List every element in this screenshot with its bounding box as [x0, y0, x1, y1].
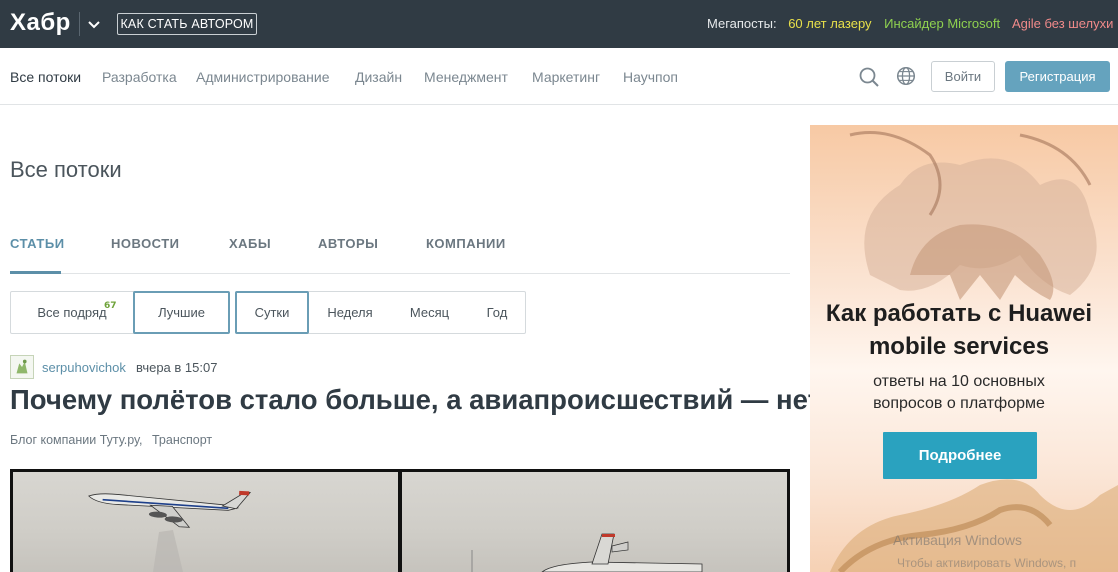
author-avatar[interactable] [10, 355, 34, 379]
filter-year[interactable]: Год [471, 292, 523, 333]
tab-authors[interactable]: АВТОРЫ [318, 236, 378, 251]
page-title: Все потоки [10, 157, 122, 182]
windows-activation-hint: Чтобы активировать Windows, п [897, 556, 1077, 570]
active-tab-indicator [10, 271, 61, 274]
airplane-landing-image [471, 533, 703, 572]
ad-title-line-2: mobile services [868, 333, 1050, 360]
logo-separator [79, 12, 80, 36]
globe-icon[interactable] [896, 66, 916, 86]
hub-link-tutu[interactable]: Блог компании Туту.ру, [10, 433, 143, 447]
windows-activation-watermark: Активация Windows [893, 532, 1023, 548]
megapost-link-agile[interactable]: Agile без шелухи [1012, 16, 1113, 31]
megaposts-label: Мегапосты: [707, 16, 777, 31]
post-hubs: Блог компании Туту.ру, Транспорт [10, 433, 218, 447]
nav-item-popsci[interactable]: Научпоп [623, 69, 678, 85]
ad-subtitle-line-2: вопросов о платформе [873, 395, 1045, 412]
tabs-divider [10, 273, 790, 274]
ad-more-button[interactable]: Подробнее [883, 432, 1037, 479]
megapost-link-laser[interactable]: 60 лет лазеру [788, 16, 871, 31]
nav-item-design[interactable]: Дизайн [355, 69, 402, 85]
filter-week[interactable]: Неделя [312, 292, 388, 333]
post-title[interactable]: Почему полётов стало больше, а авиапроис… [10, 384, 821, 416]
top-bar: Хабр КАК СТАТЬ АВТОРОМ Мегапосты: 60 лет… [0, 0, 1118, 48]
filter-all-label: Все подряд [37, 305, 107, 320]
chevron-down-icon[interactable] [86, 14, 102, 34]
nav-item-administration[interactable]: Администрирование [196, 69, 330, 85]
ad-subtitle: ответы на 10 основных вопросов о платфор… [810, 371, 1108, 415]
photo-right [402, 472, 787, 572]
nav-item-marketing[interactable]: Маркетинг [532, 69, 600, 85]
search-icon[interactable] [858, 66, 880, 88]
ad-subtitle-line-1: ответы на 10 основных [873, 373, 1045, 390]
author-link[interactable]: serpuhovichok [42, 360, 126, 375]
hub-link-transport[interactable]: Транспорт [152, 433, 212, 447]
filter-all[interactable]: Все подряд [11, 292, 133, 333]
rating-filter-group: Все подряд 67 Лучшие [10, 291, 230, 334]
tab-companies[interactable]: КОМПАНИИ [426, 236, 506, 251]
filter-best[interactable]: Лучшие [133, 291, 230, 334]
period-filter-group: Сутки Неделя Месяц Год [235, 291, 526, 334]
post-cover-image[interactable] [10, 469, 790, 572]
airplane-in-flight-image [88, 490, 252, 572]
megaposts: Мегапосты: 60 лет лазеру Инсайдер Micros… [707, 16, 1118, 31]
nav-item-management[interactable]: Менеджмент [424, 69, 508, 85]
filter-day[interactable]: Сутки [235, 291, 309, 334]
ad-title-line-1: Как работать с Huawei [825, 300, 1093, 327]
become-author-button[interactable]: КАК СТАТЬ АВТОРОМ [117, 13, 257, 35]
tab-hubs[interactable]: ХАБЫ [229, 236, 271, 251]
tab-articles[interactable]: СТАТЬИ [10, 236, 65, 251]
habr-logo[interactable]: Хабр [10, 9, 71, 37]
photo-left [13, 472, 398, 572]
login-button[interactable]: Войти [931, 61, 995, 92]
nav-item-development[interactable]: Разработка [102, 69, 177, 85]
megapost-link-microsoft[interactable]: Инсайдер Microsoft [884, 16, 1000, 31]
ad-banner[interactable]: Как работать с Huawei mobile services от… [810, 125, 1118, 572]
filter-all-badge: 67 [104, 301, 117, 311]
register-button[interactable]: Регистрация [1005, 61, 1110, 92]
tab-news[interactable]: НОВОСТИ [111, 236, 180, 251]
post-time: вчера в 15:07 [136, 360, 218, 375]
nav-item-all-flows[interactable]: Все потоки [10, 69, 81, 85]
filter-month[interactable]: Месяц [392, 292, 467, 333]
ad-title: Как работать с Huawei mobile services [810, 297, 1108, 363]
